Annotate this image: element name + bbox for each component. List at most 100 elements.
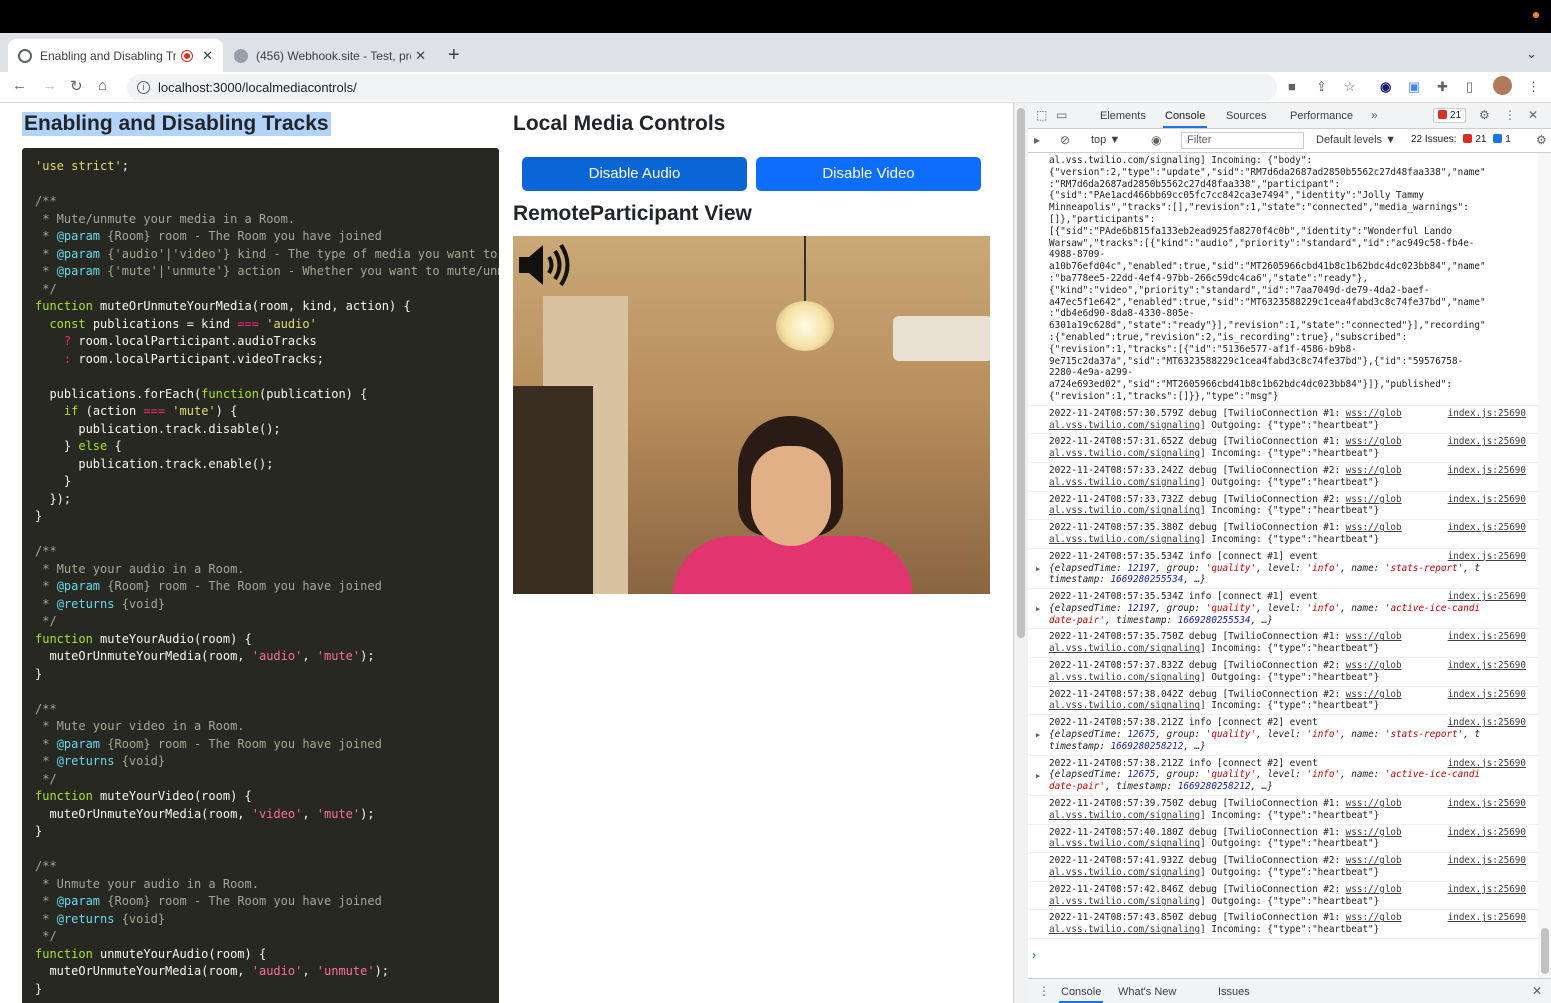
socket-link[interactable]: wss://glob <box>1346 855 1402 866</box>
context-selector[interactable]: top ▼ <box>1091 134 1120 146</box>
socket-link[interactable]: wss://glob <box>1346 494 1402 505</box>
socket-link[interactable]: wss://glob <box>1346 522 1402 533</box>
share-icon[interactable]: ⇪ <box>1316 79 1327 95</box>
tab-sources[interactable]: Sources <box>1226 110 1266 122</box>
device-toolbar-icon[interactable]: ▭ <box>1056 108 1067 122</box>
source-link[interactable]: index.js:25690 <box>1448 689 1526 701</box>
clear-console-icon[interactable]: ⊘ <box>1060 133 1070 147</box>
source-link[interactable]: index.js:25690 <box>1448 884 1526 896</box>
source-link[interactable]: index.js:25690 <box>1448 855 1526 867</box>
close-tab-icon[interactable]: ✕ <box>202 48 213 64</box>
close-devtools-icon[interactable]: ✕ <box>1528 108 1538 122</box>
console-scrollbar[interactable] <box>1538 153 1551 978</box>
source-link[interactable]: index.js:25690 <box>1448 591 1526 603</box>
expand-caret-icon[interactable]: ▶ <box>1036 730 1040 742</box>
socket-link[interactable]: al.vss.twilio.com/signaling <box>1049 896 1200 907</box>
socket-link[interactable]: al.vss.twilio.com/signaling <box>1049 924 1200 935</box>
socket-link[interactable]: al.vss.twilio.com/signaling <box>1049 477 1200 488</box>
close-drawer-icon[interactable]: ✕ <box>1532 984 1542 998</box>
source-link[interactable]: index.js:25690 <box>1448 465 1526 477</box>
source-link[interactable]: index.js:25690 <box>1448 522 1526 534</box>
drawer-menu-icon[interactable]: ⋮ <box>1038 984 1050 998</box>
tab-performance[interactable]: Performance <box>1290 110 1353 122</box>
tab-webhook-site[interactable]: (456) Webhook.site - Test, pro ✕ <box>224 39 436 72</box>
source-link[interactable]: index.js:25690 <box>1448 631 1526 643</box>
tab-console[interactable]: Console <box>1162 110 1208 128</box>
expand-caret-icon[interactable]: ▶ <box>1036 771 1040 783</box>
menu-kebab-icon[interactable]: ⋮ <box>1527 79 1540 95</box>
new-tab-icon[interactable]: + <box>448 44 460 67</box>
socket-link[interactable]: wss://glob <box>1346 436 1402 447</box>
more-tabs-icon[interactable]: » <box>1371 108 1378 122</box>
close-tab-icon[interactable]: ✕ <box>415 48 426 64</box>
console-filter-input[interactable]: Filter <box>1181 132 1304 149</box>
source-link[interactable]: index.js:25690 <box>1448 827 1526 839</box>
disable-audio-button[interactable]: Disable Audio <box>522 157 747 191</box>
inspect-element-icon[interactable]: ⬚ <box>1036 108 1047 122</box>
expand-caret-icon[interactable]: ▶ <box>1036 604 1040 616</box>
socket-link[interactable]: al.vss.twilio.com/signaling <box>1049 700 1200 711</box>
source-link[interactable]: index.js:25690 <box>1448 717 1526 729</box>
socket-link[interactable]: wss://glob <box>1346 660 1402 671</box>
console-message: index.js:25690 2022-11-24T08:57:33.732Z d… <box>1028 492 1538 521</box>
console-settings-icon[interactable]: ⚙ <box>1536 133 1547 147</box>
sidebar-toggle-icon[interactable]: ▸ <box>1034 133 1040 147</box>
console-prompt[interactable]: › <box>1032 948 1036 962</box>
page-scrollbar-thumb[interactable] <box>1017 108 1025 638</box>
disable-video-button[interactable]: Disable Video <box>756 157 981 191</box>
forward-icon[interactable]: → <box>42 77 57 94</box>
source-link[interactable]: index.js:25690 <box>1448 758 1526 770</box>
page-scrollbar[interactable] <box>1014 103 1028 1003</box>
side-panel-icon[interactable]: ▯ <box>1466 79 1473 95</box>
tab-search-icon[interactable]: ⌄ <box>1526 46 1537 62</box>
tab-elements[interactable]: Elements <box>1100 110 1146 122</box>
source-link[interactable]: index.js:25690 <box>1448 551 1526 563</box>
extension-o-icon[interactable]: ◉ <box>1380 79 1391 95</box>
socket-link[interactable]: al.vss.twilio.com/signaling <box>1049 505 1200 516</box>
socket-link[interactable]: wss://glob <box>1346 798 1402 809</box>
drawer-tab-whats-new[interactable]: What's New <box>1118 986 1176 998</box>
address-bar[interactable]: i localhost:3000/localmediacontrols/ <box>127 74 1277 101</box>
socket-link[interactable]: wss://glob <box>1346 827 1402 838</box>
settings-gear-icon[interactable]: ⚙ <box>1479 108 1490 122</box>
source-link[interactable]: index.js:25690 <box>1448 660 1526 672</box>
socket-link[interactable]: al.vss.twilio.com/signaling <box>1049 672 1200 683</box>
tab-enabling-tracks[interactable]: Enabling and Disabling Tra ✕ <box>8 39 223 72</box>
profile-avatar[interactable] <box>1493 76 1512 95</box>
socket-link[interactable]: wss://glob <box>1346 884 1402 895</box>
error-count-badge[interactable]: 21 <box>1433 108 1467 123</box>
socket-link[interactable]: al.vss.twilio.com/signaling <box>1049 838 1200 849</box>
socket-link[interactable]: wss://glob <box>1346 912 1402 923</box>
socket-link[interactable]: al.vss.twilio.com/signaling <box>1049 534 1200 545</box>
back-icon[interactable]: ← <box>12 77 27 94</box>
extensions-puzzle-icon[interactable]: ✚ <box>1437 79 1448 95</box>
drawer-tab-issues[interactable]: Issues <box>1218 986 1250 998</box>
socket-link[interactable]: al.vss.twilio.com/signaling <box>1049 448 1200 459</box>
expand-caret-icon[interactable]: ▶ <box>1036 564 1040 576</box>
source-link[interactable]: index.js:25690 <box>1448 408 1526 420</box>
source-link[interactable]: index.js:25690 <box>1448 436 1526 448</box>
reload-icon[interactable]: ↻ <box>70 77 83 95</box>
home-icon[interactable]: ⌂ <box>98 77 107 94</box>
live-expression-eye-icon[interactable]: ◉ <box>1151 133 1161 147</box>
source-link[interactable]: index.js:25690 <box>1448 798 1526 810</box>
devtools-menu-icon[interactable]: ⋮ <box>1504 108 1516 122</box>
site-info-icon[interactable]: i <box>137 81 150 94</box>
translate-icon[interactable]: ▣ <box>1408 79 1420 95</box>
source-link[interactable]: index.js:25690 <box>1448 912 1526 924</box>
socket-link[interactable]: wss://glob <box>1346 689 1402 700</box>
socket-link[interactable]: wss://glob <box>1346 465 1402 476</box>
issues-counter[interactable]: 22 Issues: 21 1 <box>1407 133 1515 148</box>
camera-icon[interactable]: ■ <box>1288 79 1296 94</box>
socket-link[interactable]: al.vss.twilio.com/signaling <box>1049 420 1200 431</box>
socket-link[interactable]: al.vss.twilio.com/signaling <box>1049 810 1200 821</box>
source-link[interactable]: index.js:25690 <box>1448 494 1526 506</box>
console-scrollbar-thumb[interactable] <box>1541 928 1549 974</box>
log-levels-dropdown[interactable]: Default levels ▼ <box>1316 134 1396 146</box>
socket-link[interactable]: al.vss.twilio.com/signaling <box>1049 643 1200 654</box>
socket-link[interactable]: al.vss.twilio.com/signaling <box>1049 867 1200 878</box>
drawer-tab-console[interactable]: Console <box>1058 986 1104 1003</box>
bookmark-star-icon[interactable]: ☆ <box>1344 79 1356 95</box>
socket-link[interactable]: wss://glob <box>1346 631 1402 642</box>
socket-link[interactable]: wss://glob <box>1346 408 1402 419</box>
